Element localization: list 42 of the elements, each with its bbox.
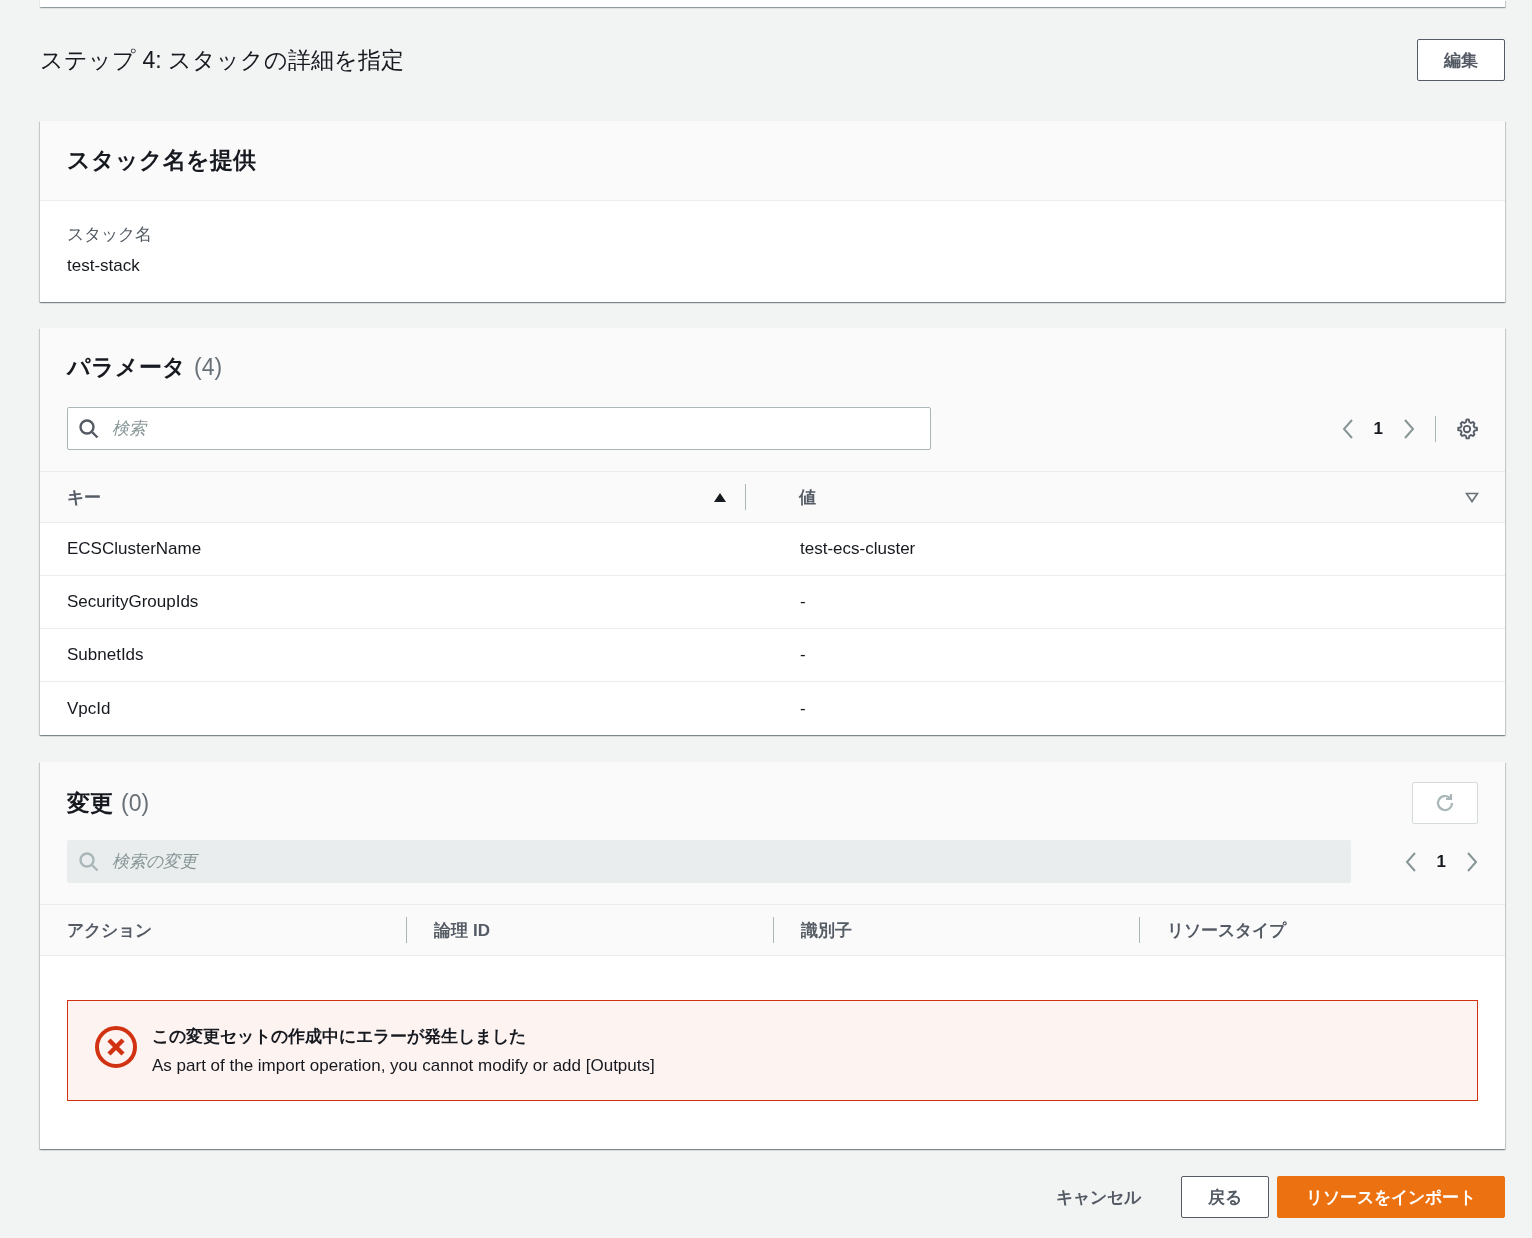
card-title: パラメータ [67,353,186,382]
page-number[interactable]: 1 [1373,418,1383,439]
error-icon [94,1025,138,1069]
page-number[interactable]: 1 [1436,851,1446,872]
column-header[interactable]: リソースタイプ [1166,918,1286,942]
previous-page-button[interactable] [1404,850,1417,873]
table-cell-text: - [799,592,807,612]
item-count: (4) [194,354,223,381]
refresh-button[interactable] [1412,782,1478,824]
field-value: test-stack [67,256,141,276]
column-header[interactable]: キー [67,485,101,509]
sort-ascending-icon[interactable] [713,491,727,503]
table-cell-text: SecurityGroupIds [66,592,200,612]
column-header[interactable]: 識別子 [800,918,852,942]
sort-icon[interactable] [1465,491,1479,503]
column-header[interactable]: 論理 ID [434,918,490,942]
next-page-button[interactable] [1466,850,1478,873]
table-cell-text: ECSClusterName [66,539,203,559]
card-title: スタック名を提供 [67,146,256,175]
field-label: スタック名 [67,224,153,246]
table-cell-text: VpcId [66,698,112,719]
search-icon [79,419,99,439]
table-cell-text: - [799,645,807,665]
item-count: (0) [121,789,150,817]
card-title: 変更 [67,788,113,818]
previous-page-button[interactable] [1341,417,1354,440]
cancel-button[interactable]: キャンセル [1024,1185,1173,1209]
next-page-button[interactable] [1403,417,1415,440]
column-header[interactable]: アクション [67,918,152,942]
table-cell-text: - [799,698,807,719]
step-title: ステップ 4: スタックの詳細を指定 [40,45,404,75]
refresh-icon[interactable] [1434,792,1456,814]
back-button[interactable]: 戻る [1181,1176,1269,1218]
column-header[interactable]: 値 [799,485,816,509]
search-field[interactable]: 検索 [67,407,931,450]
error-title: この変更セットの作成中にエラーが発生しました [152,1026,527,1048]
search-icon [79,852,99,872]
error-message: As part of the import operation, you cannot modify or add [Outputs] [152,1056,655,1076]
table-cell-text: test-ecs-cluster [799,539,917,559]
table-cell-text: SubnetIds [66,645,145,665]
settings-button[interactable] [1456,417,1478,440]
edit-button[interactable]: 編集 [1417,39,1505,81]
